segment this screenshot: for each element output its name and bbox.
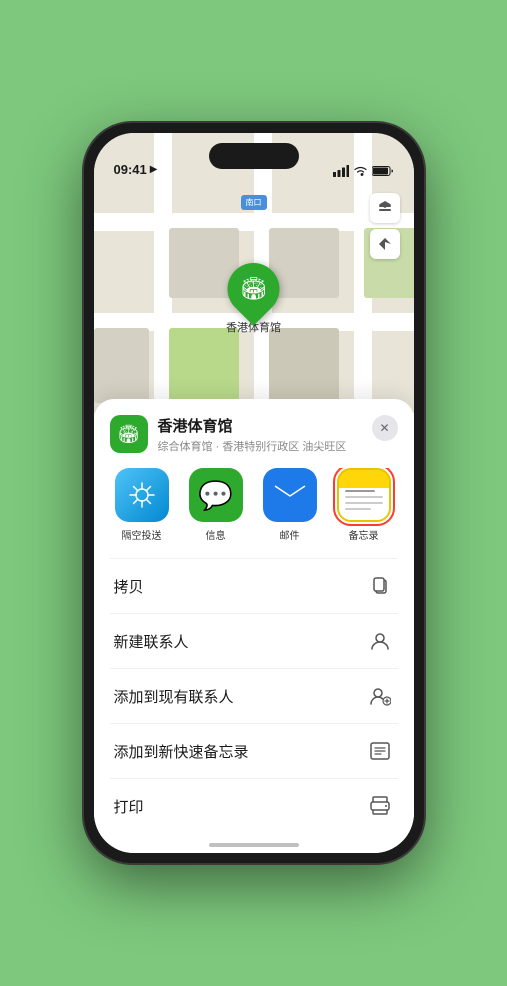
map-controls xyxy=(370,193,400,265)
wifi-icon xyxy=(353,165,368,177)
home-indicator xyxy=(110,833,398,853)
messages-icon: 💬 xyxy=(189,468,243,522)
action-copy[interactable]: 拷贝 xyxy=(110,559,398,614)
new-contact-label: 新建联系人 xyxy=(114,631,189,652)
notes-icon xyxy=(337,468,391,522)
copy-label: 拷贝 xyxy=(114,576,144,597)
action-list: 拷贝 新建联系人 xyxy=(110,558,398,833)
location-button[interactable] xyxy=(370,229,400,259)
mail-icon xyxy=(263,468,317,522)
status-time: 09:41 xyxy=(114,162,147,177)
dynamic-island xyxy=(209,143,299,169)
notes-label: 备忘录 xyxy=(349,527,379,542)
add-contact-label: 添加到现有联系人 xyxy=(114,686,234,707)
bottom-sheet: 🏟 香港体育馆 综合体育馆 · 香港特别行政区 油尖旺区 ✕ xyxy=(94,399,414,853)
share-row: 隔空投送 💬 信息 邮件 xyxy=(110,468,398,542)
signal-icon xyxy=(333,165,349,177)
print-label: 打印 xyxy=(114,796,144,817)
quick-note-label: 添加到新快速备忘录 xyxy=(114,741,249,762)
map-layers-button[interactable] xyxy=(370,193,400,223)
navigation-icon: ▶ xyxy=(150,164,158,175)
home-bar xyxy=(209,843,299,847)
action-add-contact[interactable]: 添加到现有联系人 xyxy=(110,669,398,724)
phone-frame: 09:41 ▶ xyxy=(84,123,424,863)
location-pin: 🏟 香港体育馆 xyxy=(226,263,281,335)
place-name: 香港体育馆 xyxy=(158,415,372,436)
airdrop-icon xyxy=(115,468,169,522)
quick-note-icon xyxy=(366,737,394,765)
status-icons xyxy=(333,165,394,177)
print-icon xyxy=(366,792,394,820)
pin-icon: 🏟 xyxy=(240,276,268,302)
share-airdrop[interactable]: 隔空投送 xyxy=(110,468,174,542)
place-description: 综合体育馆 · 香港特别行政区 油尖旺区 xyxy=(158,438,372,454)
messages-label: 信息 xyxy=(206,527,226,542)
battery-icon xyxy=(372,165,394,177)
map-label: 南口 xyxy=(241,195,267,210)
phone-screen: 09:41 ▶ xyxy=(94,133,414,853)
share-notes[interactable]: 备忘录 xyxy=(332,468,396,542)
place-info: 香港体育馆 综合体育馆 · 香港特别行政区 油尖旺区 xyxy=(158,415,372,454)
close-button[interactable]: ✕ xyxy=(372,415,398,441)
action-print[interactable]: 打印 xyxy=(110,779,398,833)
share-mail[interactable]: 邮件 xyxy=(258,468,322,542)
action-new-contact[interactable]: 新建联系人 xyxy=(110,614,398,669)
new-contact-icon xyxy=(366,627,394,655)
copy-icon xyxy=(366,572,394,600)
place-header: 🏟 香港体育馆 综合体育馆 · 香港特别行政区 油尖旺区 ✕ xyxy=(110,415,398,454)
airdrop-label: 隔空投送 xyxy=(122,527,162,542)
place-avatar: 🏟 xyxy=(110,415,148,453)
mail-label: 邮件 xyxy=(280,527,300,542)
action-quick-note[interactable]: 添加到新快速备忘录 xyxy=(110,724,398,779)
share-messages[interactable]: 💬 信息 xyxy=(184,468,248,542)
add-contact-icon xyxy=(366,682,394,710)
